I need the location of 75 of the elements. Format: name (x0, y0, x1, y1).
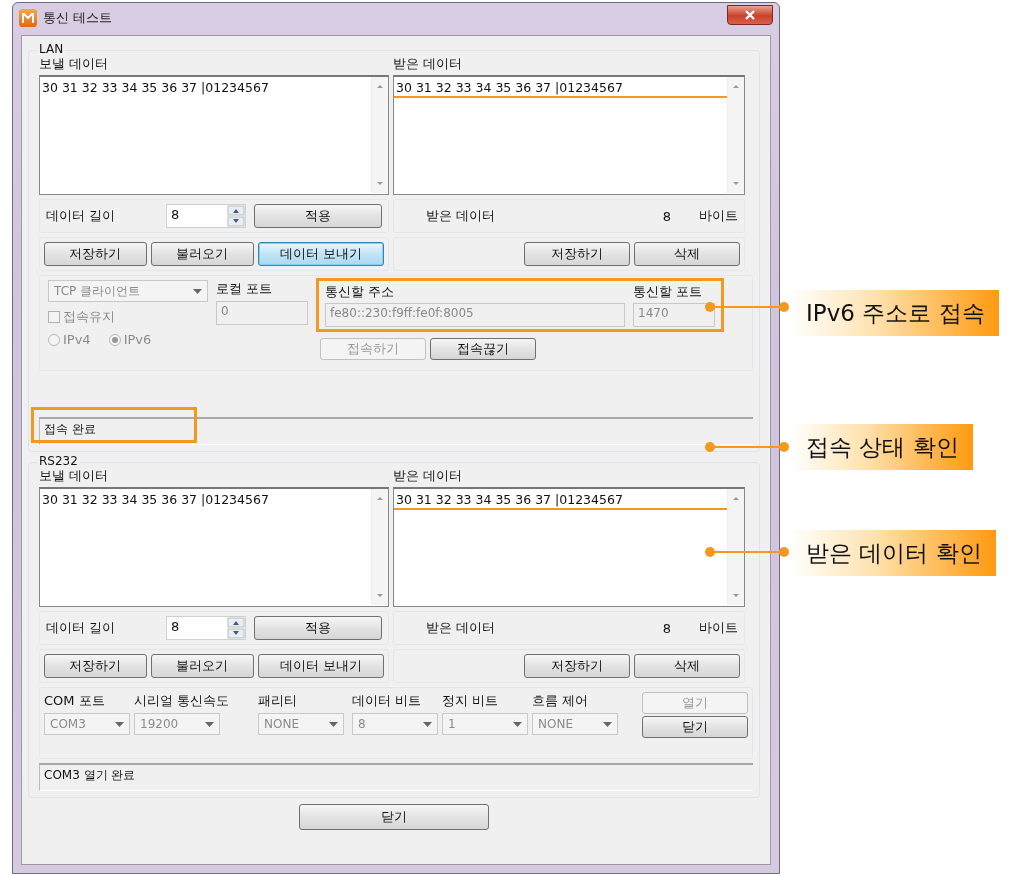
group-label: RS232 (37, 454, 80, 468)
action-button[interactable]: 삭제 (634, 654, 740, 678)
send-data-box[interactable]: 30 31 32 33 34 35 36 37 |01234567 (39, 487, 389, 607)
radio-label: IPv6 (123, 332, 152, 347)
action-button[interactable]: 저장하기 (44, 242, 147, 266)
dropdown-arrow-icon[interactable] (513, 721, 522, 727)
radio-button[interactable] (108, 333, 121, 346)
byte-count: 8 (662, 208, 671, 224)
status-field: 접속 완료 (39, 417, 753, 445)
field-label: 데이터 비트 (352, 692, 423, 710)
data-text: 30 31 32 33 34 35 36 37 |01234567 (41, 79, 270, 97)
action-button[interactable]: 저장하기 (44, 654, 147, 678)
field-label: 데이터 길이 (46, 619, 116, 637)
unit-label: 바이트 (699, 619, 738, 637)
dropdown-arrow-icon[interactable] (603, 721, 612, 727)
radio-button[interactable] (48, 333, 60, 346)
field-label: 받은 데이터 (393, 55, 464, 73)
data-text: 30 31 32 33 34 35 36 37 |01234567 (394, 489, 727, 510)
unit-label: 바이트 (699, 207, 738, 225)
dropdown-arrow-icon[interactable] (205, 721, 214, 727)
dropdown-arrow-icon[interactable] (115, 721, 124, 727)
received-data-box[interactable]: 30 31 32 33 34 35 36 37 |01234567 (393, 75, 745, 195)
field-label: 통신할 주소 (325, 283, 396, 301)
apply-button[interactable]: 적용 (254, 616, 382, 640)
field-label: COM 포트 (44, 692, 106, 710)
dropdown-arrow-icon[interactable] (329, 721, 338, 727)
field-label: 흐름 제어 (532, 692, 590, 710)
status-field: COM3 열기 완료 (39, 763, 753, 791)
field-label: 받은 데이터 (393, 467, 464, 485)
close-dialog-button[interactable]: 닫기 (299, 804, 489, 830)
checkbox-label: 접속유지 (63, 308, 115, 326)
checkbox[interactable] (48, 311, 60, 323)
action-button[interactable]: 데이터 보내기 (257, 242, 384, 266)
length-spinbox[interactable]: 8 (166, 204, 246, 228)
dropdown-arrow-icon[interactable] (193, 288, 202, 294)
field-label: 보낼 데이터 (39, 467, 110, 485)
field-label: 받은 데이터 (426, 619, 496, 637)
callout-label: 받은 데이터 확인 (790, 530, 996, 576)
spin-arrows-icon[interactable] (227, 617, 245, 639)
action-button[interactable]: 삭제 (634, 242, 740, 266)
apply-button[interactable]: 적용 (254, 204, 382, 228)
send-data-box[interactable]: 30 31 32 33 34 35 36 37 |01234567 (39, 75, 389, 195)
field-label: 받은 데이터 (426, 207, 496, 225)
length-spinbox[interactable]: 8 (166, 616, 246, 640)
action-button[interactable]: 저장하기 (524, 242, 630, 266)
group-label: LAN (37, 42, 66, 56)
scrollbar[interactable] (371, 77, 388, 193)
field-label: 데이터 길이 (46, 207, 116, 225)
dropdown-arrow-icon[interactable] (423, 721, 432, 727)
close-icon (744, 10, 756, 20)
field-label: 보낼 데이터 (39, 55, 110, 73)
app-icon (19, 9, 37, 27)
connect-button[interactable]: 접속끊기 (430, 338, 536, 360)
byte-count: 8 (662, 620, 671, 636)
field-label: 시리얼 통신속도 (134, 692, 231, 710)
spin-arrows-icon[interactable] (227, 205, 245, 227)
action-button[interactable]: 저장하기 (524, 654, 630, 678)
data-text: 30 31 32 33 34 35 36 37 |01234567 (41, 491, 270, 509)
scrollbar[interactable] (727, 77, 744, 193)
scrollbar[interactable] (727, 489, 744, 605)
received-data-box[interactable]: 30 31 32 33 34 35 36 37 |01234567 (393, 487, 745, 607)
action-button[interactable]: 불러오기 (150, 654, 254, 678)
port-button[interactable]: 닫기 (642, 716, 748, 738)
window-title: 통신 테스트 (43, 9, 113, 27)
callout-label: 접속 상태 확인 (790, 424, 973, 470)
scrollbar[interactable] (371, 489, 388, 605)
field-label: 로컬 포트 (216, 280, 274, 298)
field-label: 통신할 포트 (633, 283, 704, 301)
field-label: 정지 비트 (442, 692, 500, 710)
data-text: 30 31 32 33 34 35 36 37 |01234567 (394, 77, 727, 98)
close-button[interactable] (727, 5, 773, 25)
action-button[interactable]: 불러오기 (150, 242, 254, 266)
action-button[interactable]: 데이터 보내기 (257, 654, 384, 678)
field-label: 패리티 (258, 692, 298, 710)
radio-label: IPv4 (63, 332, 91, 347)
